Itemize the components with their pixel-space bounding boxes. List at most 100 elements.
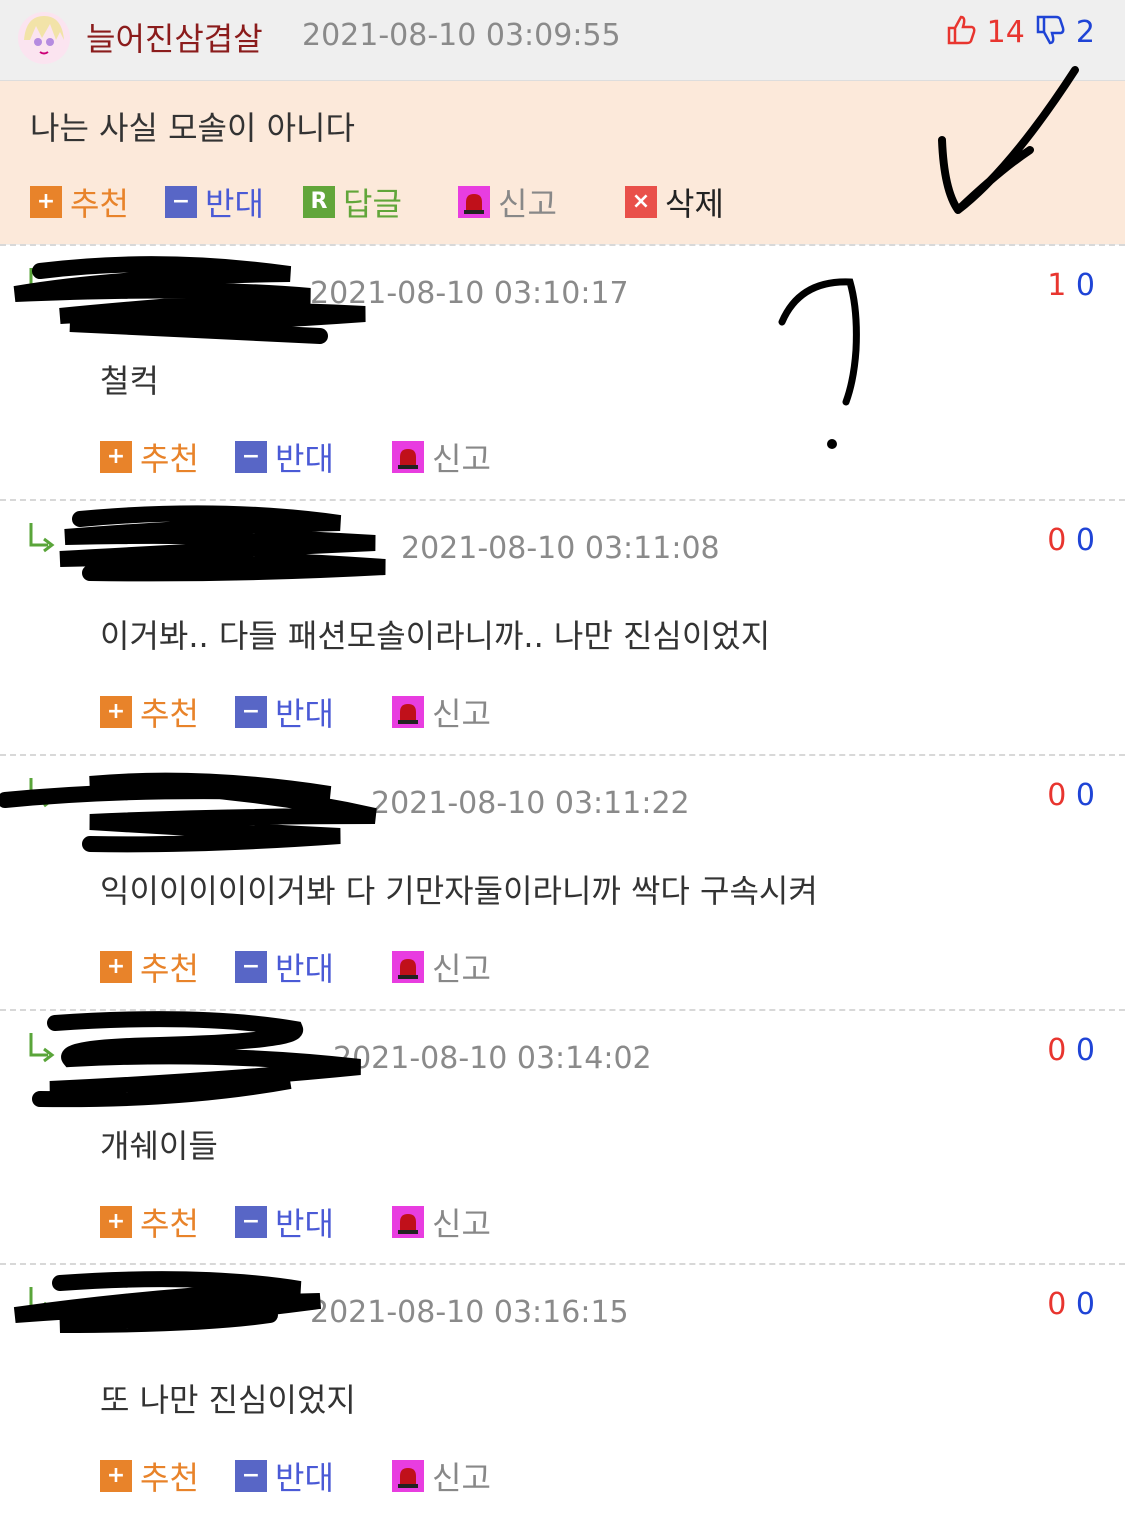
comment-vote-counts: 0 0	[1047, 778, 1095, 813]
comment-content: 익이이이이이거봐 다 기만자둘이라니까 싹다 구속시켜	[100, 872, 818, 910]
post-body: 나는 사실 모솔이 아니다 + 추천 − 반대 R 답글 신고 × 삭제	[0, 81, 1125, 245]
comment-upvote-count: 0	[1047, 778, 1067, 813]
oppose-label: 반대	[275, 440, 334, 478]
siren-icon	[392, 951, 424, 983]
plus-icon: +	[100, 1460, 132, 1492]
oppose-button[interactable]: − 반대	[235, 1453, 334, 1499]
oppose-label: 반대	[275, 1205, 334, 1243]
minus-icon: −	[235, 951, 267, 983]
recommend-label: 추천	[140, 1459, 199, 1497]
recommend-button[interactable]: + 추천	[30, 179, 129, 225]
comment-upvote-count: 0	[1047, 1033, 1067, 1068]
reply-button[interactable]: R 답글	[303, 179, 402, 225]
plus-icon: +	[30, 186, 62, 218]
comment-downvote-count: 0	[1075, 1033, 1095, 1068]
post-content: 나는 사실 모솔이 아니다	[30, 109, 355, 147]
comment-timestamp: 2021-08-10 03:11:22	[371, 786, 690, 821]
thumbs-down-icon[interactable]	[1034, 15, 1076, 50]
plus-icon: +	[100, 1206, 132, 1238]
thumbs-up-icon[interactable]	[945, 15, 987, 50]
comment-content: 이거봐.. 다들 패션모솔이라니까.. 나만 진심이었지	[100, 617, 771, 655]
avatar[interactable]	[16, 10, 72, 66]
comment-upvote-count: 1	[1047, 268, 1067, 303]
plus-icon: +	[100, 441, 132, 473]
comment-item: 2021-08-10 03:16:15 0 0 또 나만 진심이었지 + 추천 −…	[0, 1263, 1125, 1520]
reply-icon: R	[303, 186, 335, 218]
comment-upvote-count: 0	[1047, 1287, 1067, 1322]
report-label: 신고	[432, 440, 491, 478]
post-author[interactable]: 늘어진삼겹살	[86, 14, 263, 60]
siren-icon	[392, 696, 424, 728]
comment-content: 철컥	[100, 362, 159, 400]
siren-icon	[392, 1206, 424, 1238]
recommend-button[interactable]: + 추천	[100, 689, 199, 735]
report-label: 신고	[432, 695, 491, 733]
comment-vote-counts: 0 0	[1047, 523, 1095, 558]
report-label: 신고	[432, 950, 491, 988]
siren-icon	[392, 1460, 424, 1492]
siren-icon	[458, 186, 490, 218]
oppose-button[interactable]: − 반대	[235, 434, 334, 480]
report-button[interactable]: 신고	[392, 1453, 491, 1499]
report-button[interactable]: 신고	[392, 689, 491, 735]
plus-icon: +	[100, 696, 132, 728]
comment-timestamp: 2021-08-10 03:16:15	[310, 1295, 629, 1330]
recommend-label: 추천	[140, 950, 199, 988]
comment-item: 2021-08-10 03:10:17 1 0 철컥 + 추천 − 반대 신고	[0, 244, 1125, 501]
comment-downvote-count: 0	[1075, 268, 1095, 303]
comment-timestamp: 2021-08-10 03:10:17	[310, 276, 629, 311]
oppose-label: 반대	[275, 950, 334, 988]
post-timestamp: 2021-08-10 03:09:55	[302, 18, 621, 53]
plus-icon: +	[100, 951, 132, 983]
recommend-label: 추천	[70, 185, 129, 223]
comment-upvote-count: 0	[1047, 523, 1067, 558]
reply-arrow-icon	[28, 266, 64, 306]
comment-timestamp: 2021-08-10 03:11:08	[401, 531, 720, 566]
comment-downvote-count: 0	[1075, 778, 1095, 813]
report-button[interactable]: 신고	[392, 1199, 491, 1245]
report-button[interactable]: 신고	[392, 944, 491, 990]
oppose-label: 반대	[275, 695, 334, 733]
minus-icon: −	[235, 1206, 267, 1238]
minus-icon: −	[235, 1460, 267, 1492]
comment-downvote-count: 0	[1075, 1287, 1095, 1322]
comment-content: 개쉐이들	[100, 1127, 218, 1165]
recommend-button[interactable]: + 추천	[100, 1199, 199, 1245]
comment-vote-counts: 0 0	[1047, 1287, 1095, 1322]
post-header: 늘어진삼겹살 2021-08-10 03:09:55 14 2	[0, 0, 1125, 81]
reply-arrow-icon	[28, 1285, 64, 1325]
recommend-label: 추천	[140, 695, 199, 733]
minus-icon: −	[165, 186, 197, 218]
siren-icon	[392, 441, 424, 473]
recommend-button[interactable]: + 추천	[100, 1453, 199, 1499]
comment-vote-counts: 0 0	[1047, 1033, 1095, 1068]
minus-icon: −	[235, 441, 267, 473]
close-icon: ×	[625, 186, 657, 218]
oppose-button[interactable]: − 반대	[235, 689, 334, 735]
recommend-label: 추천	[140, 440, 199, 478]
reply-arrow-icon	[28, 776, 64, 816]
recommend-button[interactable]: + 추천	[100, 434, 199, 480]
report-label: 신고	[432, 1205, 491, 1243]
minus-icon: −	[235, 696, 267, 728]
oppose-button[interactable]: − 반대	[235, 944, 334, 990]
reply-label: 답글	[343, 185, 402, 223]
delete-button[interactable]: × 삭제	[625, 179, 724, 225]
reply-arrow-icon	[28, 521, 64, 561]
report-button[interactable]: 신고	[458, 179, 557, 225]
recommend-label: 추천	[140, 1205, 199, 1243]
report-button[interactable]: 신고	[392, 434, 491, 480]
report-label: 신고	[498, 185, 557, 223]
report-label: 신고	[432, 1459, 491, 1497]
delete-label: 삭제	[665, 185, 724, 223]
post-vote-counts: 14 2	[945, 14, 1095, 50]
comment-timestamp: 2021-08-10 03:14:02	[333, 1041, 652, 1076]
recommend-button[interactable]: + 추천	[100, 944, 199, 990]
comment-downvote-count: 0	[1075, 523, 1095, 558]
comment-item: 2021-08-10 03:14:02 0 0 개쉐이들 + 추천 − 반대 신고	[0, 1009, 1125, 1266]
oppose-button[interactable]: − 반대	[235, 1199, 334, 1245]
oppose-label: 반대	[205, 185, 264, 223]
oppose-button[interactable]: − 반대	[165, 179, 264, 225]
comment-vote-counts: 1 0	[1047, 268, 1095, 303]
comment-content: 또 나만 진심이었지	[100, 1381, 356, 1419]
